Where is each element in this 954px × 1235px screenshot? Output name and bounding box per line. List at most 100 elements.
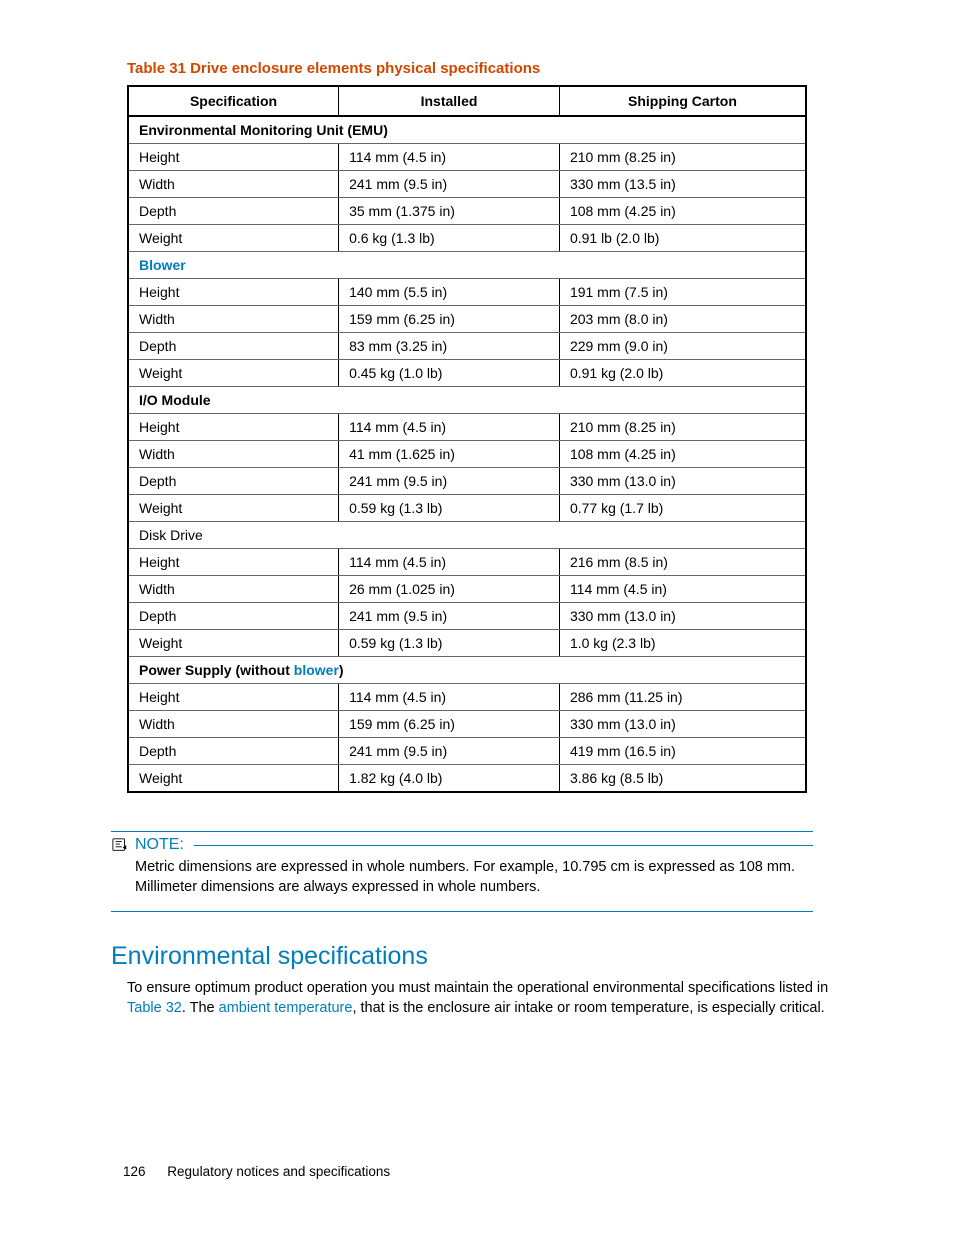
table-row: Height114 mm (4.5 in)210 mm (8.25 in) xyxy=(128,414,806,441)
table-cell-installed: 0.45 kg (1.0 lb) xyxy=(339,360,560,387)
para-mid: . The xyxy=(182,1000,219,1016)
table-section-title: I/O Module xyxy=(128,387,806,414)
table-row: Height114 mm (4.5 in)216 mm (8.5 in) xyxy=(128,549,806,576)
col-header-shipping: Shipping Carton xyxy=(559,86,806,116)
para-pre: To ensure optimum product operation you … xyxy=(127,980,828,996)
table-cell-spec: Height xyxy=(128,684,339,711)
ambient-temperature-link[interactable]: ambient temperature xyxy=(219,1000,353,1016)
table-row: Weight0.59 kg (1.3 lb)1.0 kg (2.3 lb) xyxy=(128,630,806,657)
table-row: Width26 mm (1.025 in)114 mm (4.5 in) xyxy=(128,576,806,603)
table-cell-shipping: 330 mm (13.0 in) xyxy=(559,468,806,495)
table-cell-spec: Width xyxy=(128,576,339,603)
table-cell-installed: 140 mm (5.5 in) xyxy=(339,279,560,306)
table-cell-installed: 26 mm (1.025 in) xyxy=(339,576,560,603)
table-cell-spec: Weight xyxy=(128,360,339,387)
table-caption: Table 31 Drive enclosure elements physic… xyxy=(127,60,831,77)
note-text: Metric dimensions are expressed in whole… xyxy=(135,858,813,897)
page-footer: 126 Regulatory notices and specification… xyxy=(123,1164,390,1179)
table-cell-installed: 114 mm (4.5 in) xyxy=(339,414,560,441)
note-label: NOTE: xyxy=(135,836,184,854)
table-cell-installed: 241 mm (9.5 in) xyxy=(339,738,560,765)
table-cell-spec: Depth xyxy=(128,198,339,225)
table-row: Weight0.59 kg (1.3 lb)0.77 kg (1.7 lb) xyxy=(128,495,806,522)
note-block: NOTE: Metric dimensions are expressed in… xyxy=(111,831,813,912)
table-cell-shipping: 210 mm (8.25 in) xyxy=(559,144,806,171)
section-heading: Environmental specifications xyxy=(111,942,831,971)
table-section-title: Power Supply (without blower) xyxy=(128,657,806,684)
table-32-link[interactable]: Table 32 xyxy=(127,1000,182,1016)
table-cell-installed: 114 mm (4.5 in) xyxy=(339,144,560,171)
table-cell-shipping: 3.86 kg (8.5 lb) xyxy=(559,765,806,793)
para-post: , that is the enclosure air intake or ro… xyxy=(352,1000,824,1016)
col-header-spec: Specification xyxy=(128,86,339,116)
table-cell-shipping: 419 mm (16.5 in) xyxy=(559,738,806,765)
table-cell-shipping: 229 mm (9.0 in) xyxy=(559,333,806,360)
table-cell-spec: Width xyxy=(128,441,339,468)
table-cell-spec: Width xyxy=(128,171,339,198)
table-cell-shipping: 108 mm (4.25 in) xyxy=(559,198,806,225)
table-section-row: Disk Drive xyxy=(128,522,806,549)
table-cell-installed: 1.82 kg (4.0 lb) xyxy=(339,765,560,793)
table-cell-spec: Depth xyxy=(128,603,339,630)
table-cell-shipping: 191 mm (7.5 in) xyxy=(559,279,806,306)
footer-title: Regulatory notices and specifications xyxy=(167,1164,390,1179)
col-header-installed: Installed xyxy=(339,86,560,116)
table-row: Weight1.82 kg (4.0 lb)3.86 kg (8.5 lb) xyxy=(128,765,806,793)
table-row: Width159 mm (6.25 in)330 mm (13.0 in) xyxy=(128,711,806,738)
note-rule xyxy=(194,845,813,846)
table-row: Depth83 mm (3.25 in)229 mm (9.0 in) xyxy=(128,333,806,360)
table-cell-installed: 114 mm (4.5 in) xyxy=(339,684,560,711)
table-row: Depth241 mm (9.5 in)330 mm (13.0 in) xyxy=(128,468,806,495)
table-cell-spec: Weight xyxy=(128,630,339,657)
table-row: Width241 mm (9.5 in)330 mm (13.5 in) xyxy=(128,171,806,198)
table-cell-shipping: 216 mm (8.5 in) xyxy=(559,549,806,576)
table-row: Weight0.45 kg (1.0 lb)0.91 kg (2.0 lb) xyxy=(128,360,806,387)
table-cell-spec: Depth xyxy=(128,468,339,495)
table-row: Height114 mm (4.5 in)210 mm (8.25 in) xyxy=(128,144,806,171)
table-row: Height114 mm (4.5 in)286 mm (11.25 in) xyxy=(128,684,806,711)
table-section-row: I/O Module xyxy=(128,387,806,414)
table-cell-shipping: 330 mm (13.0 in) xyxy=(559,603,806,630)
table-row: Depth241 mm (9.5 in)419 mm (16.5 in) xyxy=(128,738,806,765)
table-cell-installed: 0.59 kg (1.3 lb) xyxy=(339,495,560,522)
table-row: Weight0.6 kg (1.3 lb)0.91 lb (2.0 lb) xyxy=(128,225,806,252)
table-cell-spec: Width xyxy=(128,711,339,738)
table-header-row: Specification Installed Shipping Carton xyxy=(128,86,806,116)
table-cell-installed: 159 mm (6.25 in) xyxy=(339,306,560,333)
table-cell-shipping: 0.91 kg (2.0 lb) xyxy=(559,360,806,387)
table-cell-shipping: 1.0 kg (2.3 lb) xyxy=(559,630,806,657)
table-cell-installed: 241 mm (9.5 in) xyxy=(339,468,560,495)
note-icon xyxy=(111,837,129,853)
table-cell-shipping: 108 mm (4.25 in) xyxy=(559,441,806,468)
spec-table: Specification Installed Shipping Carton … xyxy=(127,85,807,793)
table-section-row: Environmental Monitoring Unit (EMU) xyxy=(128,116,806,144)
table-cell-installed: 241 mm (9.5 in) xyxy=(339,171,560,198)
table-cell-spec: Height xyxy=(128,549,339,576)
table-section-row: Power Supply (without blower) xyxy=(128,657,806,684)
table-row: Depth35 mm (1.375 in)108 mm (4.25 in) xyxy=(128,198,806,225)
table-cell-installed: 35 mm (1.375 in) xyxy=(339,198,560,225)
table-cell-shipping: 286 mm (11.25 in) xyxy=(559,684,806,711)
table-cell-installed: 0.6 kg (1.3 lb) xyxy=(339,225,560,252)
table-cell-spec: Width xyxy=(128,306,339,333)
table-cell-installed: 0.59 kg (1.3 lb) xyxy=(339,630,560,657)
table-cell-shipping: 0.77 kg (1.7 lb) xyxy=(559,495,806,522)
table-cell-installed: 159 mm (6.25 in) xyxy=(339,711,560,738)
table-cell-installed: 114 mm (4.5 in) xyxy=(339,549,560,576)
table-cell-shipping: 210 mm (8.25 in) xyxy=(559,414,806,441)
table-cell-shipping: 330 mm (13.0 in) xyxy=(559,711,806,738)
page-number: 126 xyxy=(123,1164,146,1179)
table-cell-shipping: 330 mm (13.5 in) xyxy=(559,171,806,198)
table-row: Depth241 mm (9.5 in)330 mm (13.0 in) xyxy=(128,603,806,630)
body-paragraph: To ensure optimum product operation you … xyxy=(127,979,831,1018)
table-row: Height140 mm (5.5 in)191 mm (7.5 in) xyxy=(128,279,806,306)
table-cell-shipping: 114 mm (4.5 in) xyxy=(559,576,806,603)
table-cell-installed: 241 mm (9.5 in) xyxy=(339,603,560,630)
table-cell-spec: Weight xyxy=(128,495,339,522)
table-cell-installed: 41 mm (1.625 in) xyxy=(339,441,560,468)
table-section-title: Environmental Monitoring Unit (EMU) xyxy=(128,116,806,144)
table-cell-shipping: 203 mm (8.0 in) xyxy=(559,306,806,333)
table-section-title: Blower xyxy=(128,252,806,279)
table-section-row: Blower xyxy=(128,252,806,279)
table-cell-spec: Weight xyxy=(128,225,339,252)
